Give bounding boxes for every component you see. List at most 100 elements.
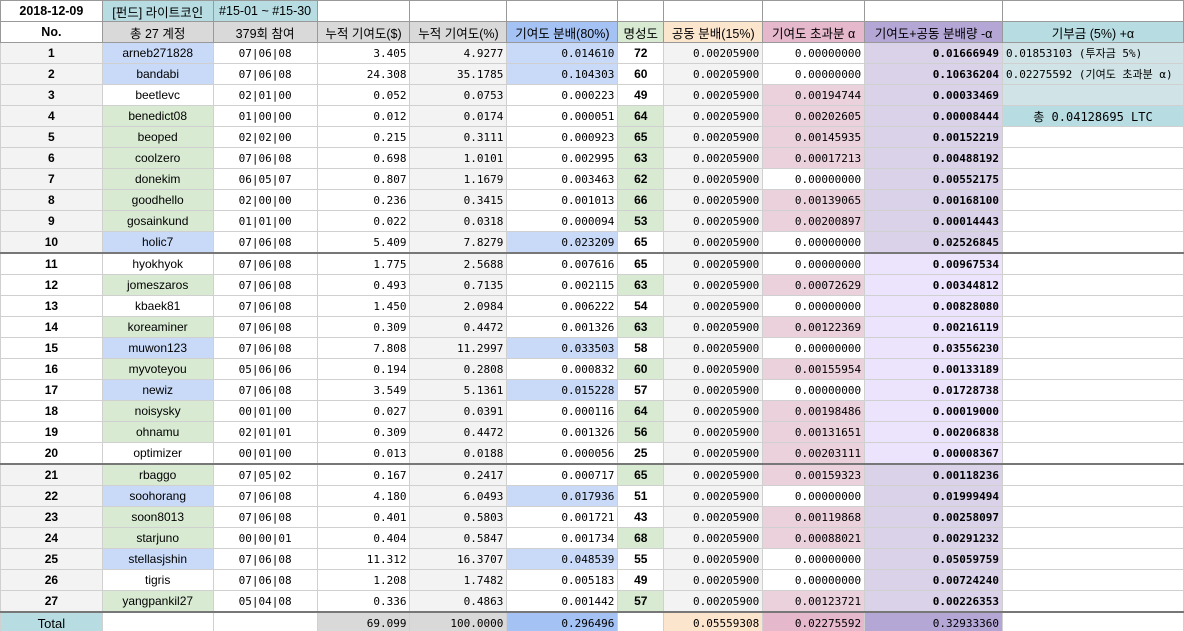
- participation[interactable]: 02|01|01: [212, 421, 318, 443]
- common-distribution[interactable]: 0.00205900: [663, 84, 764, 106]
- distribution[interactable]: 0.003463: [506, 168, 619, 190]
- empty-cell[interactable]: [1001, 421, 1184, 443]
- cum-usd[interactable]: 0.022: [316, 210, 411, 232]
- common-distribution[interactable]: 0.00205900: [663, 442, 764, 465]
- reputation[interactable]: 55: [617, 548, 665, 570]
- empty-cell[interactable]: [1001, 548, 1184, 570]
- distribution[interactable]: 0.000923: [506, 126, 619, 148]
- common-distribution[interactable]: 0.00205900: [663, 210, 764, 232]
- participation[interactable]: 00|01|00: [212, 400, 318, 422]
- account-name[interactable]: kbaek81: [101, 295, 214, 317]
- account-name[interactable]: soohorang: [101, 485, 214, 507]
- reputation[interactable]: 63: [617, 274, 665, 296]
- row-number[interactable]: 10: [0, 231, 103, 254]
- cum-usd[interactable]: 0.167: [316, 463, 411, 486]
- account-name[interactable]: soon8013: [101, 506, 214, 528]
- header-account[interactable]: 총 27 계정: [101, 21, 214, 43]
- account-name[interactable]: goodhello: [101, 189, 214, 211]
- header-cum-usd[interactable]: 누적 기여도($): [316, 21, 411, 43]
- donation-total[interactable]: 총 0.04128695 LTC: [1001, 105, 1184, 127]
- common-distribution[interactable]: 0.00205900: [663, 379, 764, 401]
- reputation[interactable]: 65: [617, 463, 665, 486]
- row-number[interactable]: 17: [0, 379, 103, 401]
- empty-cell[interactable]: [1001, 84, 1184, 106]
- cum-pct[interactable]: 0.4472: [409, 316, 508, 338]
- total-common[interactable]: 0.05559308: [663, 611, 764, 631]
- common-distribution[interactable]: 0.00205900: [663, 63, 764, 85]
- participation[interactable]: 07|06|08: [212, 485, 318, 507]
- excess-alpha[interactable]: 0.00088021: [762, 527, 866, 549]
- reputation[interactable]: 66: [617, 189, 665, 211]
- cum-pct[interactable]: 0.7135: [409, 274, 508, 296]
- row-number[interactable]: 18: [0, 400, 103, 422]
- cum-pct[interactable]: 5.1361: [409, 379, 508, 401]
- donation-excess[interactable]: 0.02275592 (기여도 초과분 α): [1001, 63, 1184, 85]
- reputation[interactable]: 25: [617, 442, 665, 465]
- total-amount[interactable]: 0.00967534: [864, 252, 1003, 275]
- cum-usd[interactable]: 4.180: [316, 485, 411, 507]
- cum-pct[interactable]: 0.5803: [409, 506, 508, 528]
- row-number[interactable]: 19: [0, 421, 103, 443]
- account-name[interactable]: starjuno: [101, 527, 214, 549]
- row-number[interactable]: 15: [0, 337, 103, 359]
- total-amount[interactable]: 0.00206838: [864, 421, 1003, 443]
- common-distribution[interactable]: 0.00205900: [663, 105, 764, 127]
- distribution[interactable]: 0.033503: [506, 337, 619, 359]
- participation[interactable]: 01|01|00: [212, 210, 318, 232]
- excess-alpha[interactable]: 0.00194744: [762, 84, 866, 106]
- empty-cell[interactable]: [1001, 231, 1184, 254]
- excess-alpha[interactable]: 0.00202605: [762, 105, 866, 127]
- total-amount[interactable]: 0.00258097: [864, 506, 1003, 528]
- cum-usd[interactable]: 0.013: [316, 442, 411, 465]
- total-label[interactable]: Total: [0, 611, 103, 631]
- total-usd[interactable]: 69.099: [316, 611, 411, 631]
- reputation[interactable]: 58: [617, 337, 665, 359]
- cum-usd[interactable]: 0.236: [316, 189, 411, 211]
- reputation[interactable]: 60: [617, 63, 665, 85]
- participation[interactable]: 00|01|00: [212, 442, 318, 465]
- cum-pct[interactable]: 0.3111: [409, 126, 508, 148]
- empty-cell[interactable]: [101, 611, 214, 631]
- excess-alpha[interactable]: 0.00000000: [762, 231, 866, 254]
- cum-usd[interactable]: 1.775: [316, 252, 411, 275]
- reputation[interactable]: 64: [617, 105, 665, 127]
- empty-cell[interactable]: [1001, 590, 1184, 613]
- cum-usd[interactable]: 0.401: [316, 506, 411, 528]
- common-distribution[interactable]: 0.00205900: [663, 316, 764, 338]
- cum-pct[interactable]: 0.4472: [409, 421, 508, 443]
- row-number[interactable]: 21: [0, 463, 103, 486]
- excess-alpha[interactable]: 0.00072629: [762, 274, 866, 296]
- empty-cell[interactable]: [1001, 274, 1184, 296]
- participation[interactable]: 07|05|02: [212, 463, 318, 486]
- participation[interactable]: 05|06|06: [212, 358, 318, 380]
- reputation[interactable]: 62: [617, 168, 665, 190]
- excess-alpha[interactable]: 0.00145935: [762, 126, 866, 148]
- row-number[interactable]: 12: [0, 274, 103, 296]
- reputation[interactable]: 51: [617, 485, 665, 507]
- distribution[interactable]: 0.001721: [506, 506, 619, 528]
- excess-alpha[interactable]: 0.00000000: [762, 569, 866, 591]
- account-name[interactable]: myvoteyou: [101, 358, 214, 380]
- account-name[interactable]: noisysky: [101, 400, 214, 422]
- account-name[interactable]: newiz: [101, 379, 214, 401]
- total-amount[interactable]: 0.00168100: [864, 189, 1003, 211]
- total-amount[interactable]: 0.01728738: [864, 379, 1003, 401]
- participation[interactable]: 07|06|08: [212, 63, 318, 85]
- common-distribution[interactable]: 0.00205900: [663, 506, 764, 528]
- distribution[interactable]: 0.001013: [506, 189, 619, 211]
- total-amount[interactable]: 0.00291232: [864, 527, 1003, 549]
- reputation[interactable]: 49: [617, 84, 665, 106]
- participation[interactable]: 07|06|08: [212, 506, 318, 528]
- empty-cell[interactable]: [1001, 485, 1184, 507]
- excess-alpha[interactable]: 0.00119868: [762, 506, 866, 528]
- account-name[interactable]: optimizer: [101, 442, 214, 465]
- row-number[interactable]: 25: [0, 548, 103, 570]
- common-distribution[interactable]: 0.00205900: [663, 400, 764, 422]
- total-amount[interactable]: 0.00118236: [864, 463, 1003, 486]
- distribution[interactable]: 0.000832: [506, 358, 619, 380]
- cum-usd[interactable]: 0.404: [316, 527, 411, 549]
- participation[interactable]: 06|05|07: [212, 168, 318, 190]
- reputation[interactable]: 57: [617, 590, 665, 613]
- total-amount[interactable]: 0.10636204: [864, 63, 1003, 85]
- header-donation[interactable]: 기부금 (5%) +α: [1001, 21, 1184, 43]
